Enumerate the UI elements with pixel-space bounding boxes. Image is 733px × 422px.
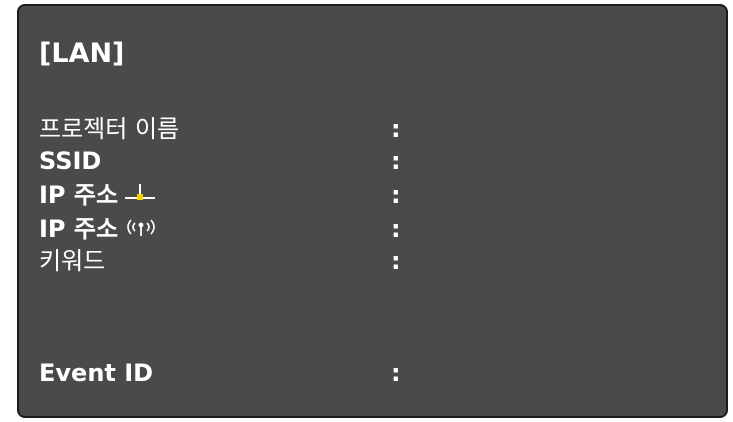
row-ip-address-wireless: IP 주소 : — [39, 214, 699, 244]
lan-info-panel: [LAN] 프로젝터 이름 : SSID : IP 주소 : IP 주소: 키… — [17, 4, 728, 418]
separator: : — [391, 115, 401, 143]
separator: : — [391, 247, 401, 275]
separator: : — [391, 215, 401, 243]
event-id-label: Event ID — [39, 359, 154, 387]
separator: : — [391, 147, 401, 175]
separator: : — [391, 181, 401, 209]
ssid-label: SSID — [39, 147, 102, 175]
keyword-label: 키워드 — [39, 247, 106, 275]
row-ssid: SSID : — [39, 146, 699, 176]
row-ip-address-wired: IP 주소 : — [39, 180, 699, 210]
separator: : — [391, 359, 401, 387]
wired-lan-icon — [124, 181, 156, 211]
panel-title: [LAN] — [39, 38, 125, 69]
row-event-id: Event ID : — [39, 358, 699, 388]
projector-name-label: 프로젝터 이름 — [39, 115, 180, 143]
ip-address-wired-label: IP 주소 — [39, 181, 119, 209]
row-projector-name: 프로젝터 이름 : — [39, 114, 699, 144]
ip-address-wireless-label: IP 주소 — [39, 215, 119, 243]
wireless-lan-icon — [124, 215, 158, 245]
row-keyword: 키워드 : — [39, 246, 699, 276]
